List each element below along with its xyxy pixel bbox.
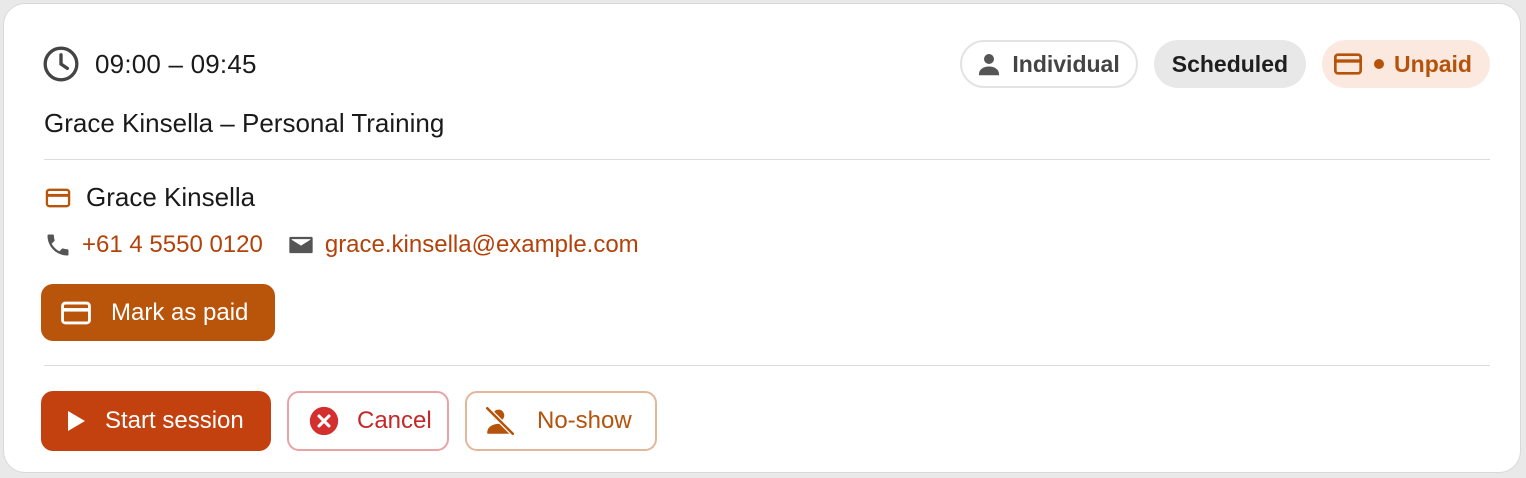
type-badge-label: Individual bbox=[1012, 50, 1120, 77]
no-show-label: No-show bbox=[537, 407, 632, 434]
clock-icon bbox=[41, 44, 81, 84]
payment-badge-label: Unpaid bbox=[1394, 50, 1472, 77]
status-dot bbox=[1374, 59, 1385, 69]
time-range-text: 09:00 – 09:45 bbox=[95, 48, 257, 79]
start-session-button[interactable]: Start session bbox=[41, 391, 271, 451]
phone-icon bbox=[44, 231, 72, 259]
credit-card-icon bbox=[1332, 48, 1364, 80]
client-name: Grace Kinsella bbox=[86, 182, 256, 212]
person-off-icon bbox=[483, 404, 517, 438]
divider bbox=[44, 159, 1490, 160]
mark-as-paid-label: Mark as paid bbox=[111, 298, 249, 326]
appointment-title: Grace Kinsella – Personal Training bbox=[44, 108, 445, 138]
mail-icon bbox=[287, 231, 315, 259]
type-badge: Individual bbox=[960, 40, 1138, 88]
divider bbox=[44, 365, 1490, 366]
person-icon bbox=[974, 49, 1004, 79]
email-text: grace.kinsella@example.com bbox=[324, 231, 639, 258]
cancel-button[interactable]: Cancel bbox=[287, 391, 449, 451]
play-icon bbox=[65, 409, 87, 433]
card-header: 09:00 – 09:45 Individual Scheduled Unpai… bbox=[41, 40, 1490, 88]
no-show-button[interactable]: No-show bbox=[465, 391, 657, 451]
badge-group: Individual Scheduled Unpaid bbox=[960, 40, 1490, 88]
credit-card-icon bbox=[59, 296, 93, 330]
status-badge-label: Scheduled bbox=[1171, 50, 1289, 77]
cancel-label: Cancel bbox=[357, 407, 432, 434]
start-session-label: Start session bbox=[105, 407, 244, 434]
time-range: 09:00 – 09:45 bbox=[41, 44, 257, 84]
credit-card-icon bbox=[44, 184, 72, 212]
phone-text: +61 4 5550 0120 bbox=[82, 231, 263, 258]
cancel-circle-icon bbox=[307, 404, 341, 438]
payment-badge: Unpaid bbox=[1322, 40, 1490, 88]
phone-link[interactable]: +61 4 5550 0120 bbox=[44, 231, 263, 259]
mark-as-paid-button[interactable]: Mark as paid bbox=[41, 284, 275, 341]
client-row: Grace Kinsella bbox=[44, 182, 255, 213]
email-link[interactable]: grace.kinsella@example.com bbox=[287, 231, 639, 259]
appointment-card: 09:00 – 09:45 Individual Scheduled Unpai… bbox=[3, 3, 1521, 473]
client-contacts: +61 4 5550 0120 grace.kinsella@example.c… bbox=[44, 231, 639, 259]
status-badge: Scheduled bbox=[1153, 40, 1307, 88]
